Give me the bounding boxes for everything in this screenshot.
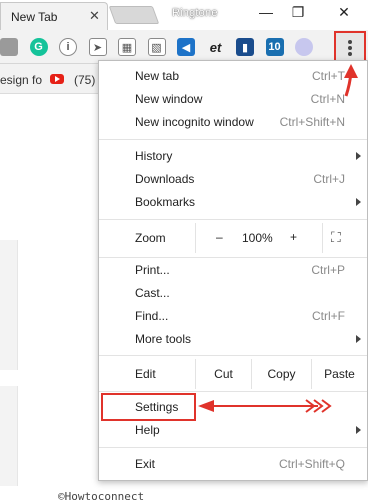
- annotation-overlay: [198, 64, 358, 413]
- settings-arrow-icon: [198, 399, 332, 413]
- watermark: ©Howtoconnect: [58, 490, 145, 503]
- menu-button-arrow-icon: [344, 64, 358, 97]
